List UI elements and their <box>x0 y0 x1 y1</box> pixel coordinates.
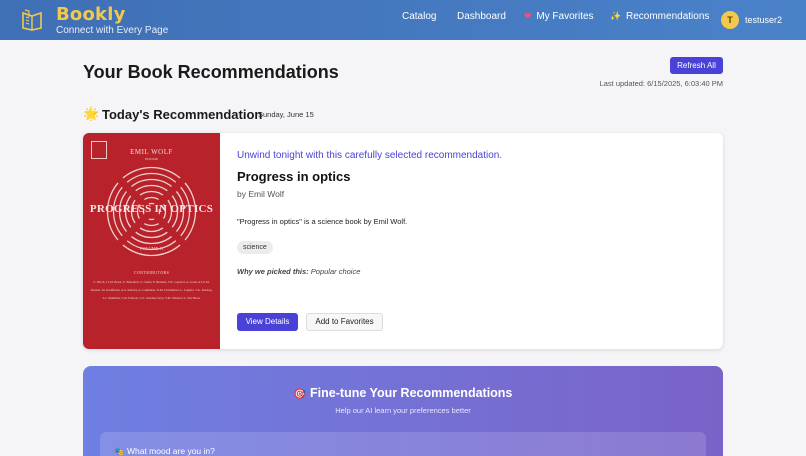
nav-recommendations-label: Recommendations <box>626 11 710 22</box>
sparkles-icon: ✨ <box>610 11 622 21</box>
mood-question: 🎭 What mood are you in? <box>114 446 215 456</box>
last-updated-text: Last updated: 6/15/2025, 6:03:40 PM <box>599 79 723 88</box>
theater-masks-icon: 🎭 <box>114 447 124 456</box>
add-to-favorites-button[interactable]: Add to Favorites <box>306 313 383 331</box>
nav-dashboard-label: Dashboard <box>457 11 506 22</box>
todays-recommendation-heading: Today's Recommendation <box>102 107 263 122</box>
nav-recommendations[interactable]: ✨ Recommendations <box>610 11 709 22</box>
fine-tune-subtitle: Help our AI learn your preferences bette… <box>335 406 471 415</box>
brand-tagline: Connect with Every Page <box>56 25 169 36</box>
cover-contributors: C. Birch, J.J.M. Braat, E. Brundrett, S.… <box>90 280 213 301</box>
username[interactable]: testuser2 <box>745 15 782 25</box>
book-cover[interactable]: EMIL WOLF EDITOR PROGRESS IN OPTICS VOLU… <box>83 133 220 349</box>
view-details-button[interactable]: View Details <box>237 313 298 331</box>
recommendation-date: Sunday, June 15 <box>258 110 314 119</box>
mood-question-text: What mood are you in? <box>126 446 215 456</box>
target-icon: 🎯 <box>293 389 307 400</box>
recommendation-tagline: Unwind tonight with this carefully selec… <box>237 150 503 161</box>
top-nav-bar: Bookly Connect with Every Page Catalog D… <box>0 0 806 40</box>
refresh-all-button[interactable]: Refresh All <box>670 57 723 74</box>
nav-my-favorites[interactable]: ❤ My Favorites <box>524 11 594 22</box>
recommendation-card: EMIL WOLF EDITOR PROGRESS IN OPTICS VOLU… <box>83 133 723 349</box>
book-description: "Progress in optics" is a science book b… <box>237 217 408 226</box>
cover-volume: VOLUME 11 <box>139 246 164 251</box>
nav-catalog[interactable]: Catalog <box>402 11 436 22</box>
user-avatar[interactable]: T <box>721 11 739 29</box>
cover-contributors-label: CONTRIBUTORS <box>133 270 170 275</box>
cover-editor: EDITOR <box>145 157 158 161</box>
why-picked-value: Popular choice <box>310 267 361 276</box>
nav-dashboard[interactable]: Dashboard <box>457 11 506 22</box>
brand-name[interactable]: Bookly <box>56 4 126 25</box>
nav-catalog-label: Catalog <box>402 11 437 22</box>
cover-title: PROGRESS IN OPTICS <box>89 203 214 215</box>
nav-favorites-label: My Favorites <box>536 11 594 22</box>
book-author: by Emil Wolf <box>237 189 285 199</box>
why-picked: Why we picked this: Popular choice <box>237 267 360 276</box>
fine-tune-panel: 🎯 Fine-tune Your Recommendations Help our… <box>83 366 723 456</box>
page-title: Your Book Recommendations <box>83 62 339 82</box>
mood-section: 🎭 What mood are you in? <box>100 432 706 456</box>
star-icon: 🌟 <box>83 106 100 121</box>
cover-author: EMIL WOLF <box>130 148 173 156</box>
fine-tune-title: 🎯 Fine-tune Your Recommendations <box>83 386 723 400</box>
fine-tune-title-text: Fine-tune Your Recommendations <box>310 386 513 400</box>
book-title[interactable]: Progress in optics <box>237 169 350 184</box>
why-picked-label: Why we picked this: <box>237 267 309 276</box>
book-logo-icon[interactable] <box>22 9 42 31</box>
heart-icon: ❤ <box>524 11 532 21</box>
genre-tag[interactable]: science <box>237 241 273 254</box>
